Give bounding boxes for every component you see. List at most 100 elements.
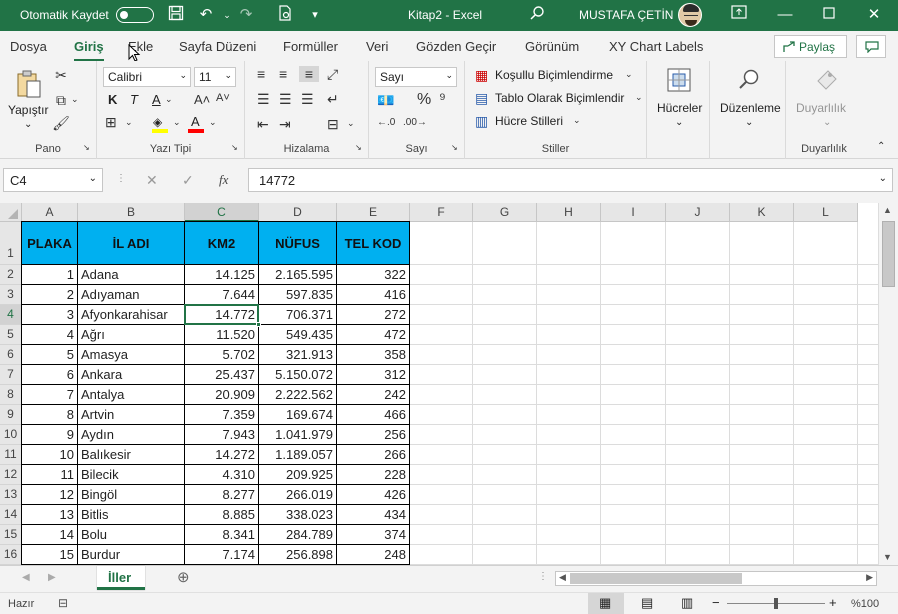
table-cell[interactable]: Bilecik	[77, 464, 185, 485]
tab-veri[interactable]: Veri	[366, 39, 388, 54]
align-bottom-icon[interactable]: ≡	[299, 66, 319, 82]
scroll-left-icon[interactable]: ◀	[559, 572, 566, 583]
normal-view-button[interactable]: ▦	[588, 593, 624, 614]
increase-indent-icon[interactable]: ⇥	[279, 116, 291, 133]
table-cell[interactable]: 266.019	[258, 484, 337, 505]
column-header[interactable]: I	[601, 203, 666, 222]
table-cell[interactable]: 8.341	[184, 524, 259, 545]
column-header[interactable]: J	[666, 203, 730, 222]
column-header[interactable]: K	[730, 203, 794, 222]
table-header-cell[interactable]: KM2	[184, 221, 259, 265]
table-cell[interactable]: Ankara	[77, 364, 185, 385]
table-cell[interactable]: 15	[21, 544, 78, 565]
macro-record-icon[interactable]: ⊟	[58, 596, 68, 610]
table-cell[interactable]: 706.371	[258, 304, 337, 325]
table-cell[interactable]: 472	[336, 324, 410, 345]
align-top-icon[interactable]: ≡	[257, 66, 265, 82]
table-cell[interactable]: 228	[336, 464, 410, 485]
italic-button[interactable]: T	[130, 92, 138, 107]
row-header[interactable]: 11	[0, 445, 22, 465]
table-cell[interactable]: 14.272	[184, 444, 259, 465]
table-cell[interactable]: Adıyaman	[77, 284, 185, 305]
table-cell[interactable]: 20.909	[184, 384, 259, 405]
column-header[interactable]: G	[473, 203, 537, 222]
fill-color-button[interactable]: ◈	[152, 115, 168, 133]
table-cell[interactable]: 374	[336, 524, 410, 545]
table-cell[interactable]: 169.674	[258, 404, 337, 425]
font-color-dropdown-icon[interactable]: ⌄	[209, 117, 217, 128]
table-cell[interactable]: Bitlis	[77, 504, 185, 525]
table-cell[interactable]: Amasya	[77, 344, 185, 365]
fill-dropdown-icon[interactable]: ⌄	[173, 117, 181, 128]
fill-handle[interactable]	[256, 322, 261, 327]
table-cell[interactable]: Afyonkarahisar	[77, 304, 185, 325]
zoom-out-icon[interactable]: −	[712, 595, 720, 610]
drag-handle-icon[interactable]: ⋮	[116, 173, 126, 184]
sensitivity-button[interactable]: Duyarlılık ⌄	[792, 65, 858, 135]
user-name[interactable]: MUSTAFA ÇETİN	[579, 8, 673, 22]
table-cell[interactable]: 242	[336, 384, 410, 405]
table-cell[interactable]: Antalya	[77, 384, 185, 405]
horizontal-scrollbar[interactable]: ◀ ▶	[555, 571, 877, 586]
copy-icon[interactable]: ⧉	[52, 92, 70, 109]
name-box[interactable]: C4 ⌄	[3, 168, 103, 192]
table-cell[interactable]: 4.310	[184, 464, 259, 485]
row-header[interactable]: 8	[0, 385, 22, 405]
table-cell[interactable]: 426	[336, 484, 410, 505]
column-header[interactable]: H	[537, 203, 601, 222]
table-cell[interactable]: 7.943	[184, 424, 259, 445]
comments-button[interactable]	[856, 35, 886, 58]
tab-formuller[interactable]: Formüller	[283, 39, 338, 54]
table-cell[interactable]: Balıkesir	[77, 444, 185, 465]
table-cell[interactable]: 8.277	[184, 484, 259, 505]
table-cell[interactable]: 13	[21, 504, 78, 525]
table-cell[interactable]: 1.189.057	[258, 444, 337, 465]
clipboard-launcher-icon[interactable]: ↘	[83, 143, 90, 152]
table-cell[interactable]: 7.174	[184, 544, 259, 565]
vertical-scrollbar[interactable]: ▲ ▼	[878, 203, 898, 565]
align-middle-icon[interactable]: ≡	[279, 66, 287, 82]
bold-button[interactable]: K	[108, 92, 117, 107]
table-cell[interactable]: Artvin	[77, 404, 185, 425]
avatar[interactable]	[678, 3, 702, 27]
merge-dropdown-icon[interactable]: ⌄	[347, 118, 355, 129]
table-cell[interactable]: 5.702	[184, 344, 259, 365]
row-header[interactable]: 5	[0, 325, 22, 345]
page-layout-icon[interactable]: ▤	[641, 595, 653, 611]
cells-button[interactable]: Hücreler ⌄	[653, 65, 705, 135]
table-cell[interactable]: 597.835	[258, 284, 337, 305]
row-header[interactable]: 14	[0, 505, 22, 525]
table-cell[interactable]: 5.150.072	[258, 364, 337, 385]
table-cell[interactable]: 7	[21, 384, 78, 405]
font-size-combo[interactable]: 11 ⌄	[194, 67, 236, 87]
tab-sayfa-duzeni[interactable]: Sayfa Düzeni	[179, 39, 256, 54]
maximize-icon[interactable]	[819, 5, 839, 25]
percent-icon[interactable]: %	[417, 91, 431, 109]
font-launcher-icon[interactable]: ↘	[231, 143, 238, 152]
cancel-icon[interactable]: ✕	[146, 172, 158, 189]
table-header-cell[interactable]: PLAKA	[21, 221, 78, 265]
row-header[interactable]: 7	[0, 365, 22, 385]
format-painter-icon[interactable]: 🖌	[52, 115, 70, 132]
column-header[interactable]: A	[22, 203, 78, 222]
row-header[interactable]: 13	[0, 485, 22, 505]
table-cell[interactable]: 256	[336, 424, 410, 445]
active-cell-selection[interactable]	[184, 304, 259, 325]
cut-icon[interactable]: ✂	[52, 67, 70, 84]
table-cell[interactable]: 3	[21, 304, 78, 325]
decrease-decimal-icon[interactable]: .00→	[403, 117, 427, 128]
table-cell[interactable]: 284.789	[258, 524, 337, 545]
vertical-scroll-thumb[interactable]	[882, 221, 895, 287]
autosave-toggle[interactable]	[116, 7, 154, 23]
table-cell[interactable]: 1.041.979	[258, 424, 337, 445]
decrease-font-icon[interactable]: A˅	[216, 92, 230, 104]
print-preview-icon[interactable]	[275, 5, 295, 25]
table-cell[interactable]: 1	[21, 264, 78, 285]
table-header-cell[interactable]: İL ADI	[77, 221, 185, 265]
borders-icon[interactable]: ⊞	[105, 114, 117, 131]
table-cell[interactable]: 416	[336, 284, 410, 305]
underline-dropdown-icon[interactable]: ⌄	[165, 94, 173, 105]
increase-decimal-icon[interactable]: ←.0	[377, 117, 395, 128]
add-sheet-icon[interactable]: ⊕	[177, 568, 190, 586]
column-header[interactable]: C	[185, 203, 259, 222]
